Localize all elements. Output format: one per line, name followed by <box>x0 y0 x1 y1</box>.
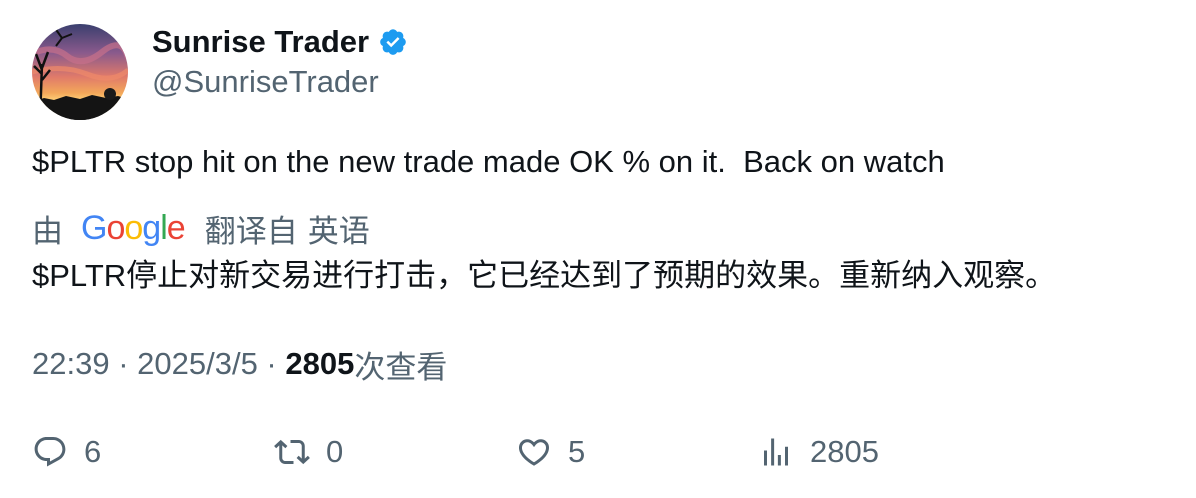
translated-text: $PLTR停止对新交易进行打击，它已经达到了预期的效果。重新纳入观察。 <box>32 258 1057 293</box>
reply-count: 6 <box>84 434 102 469</box>
author-handle[interactable]: @SunriseTrader <box>152 64 379 100</box>
like-button[interactable]: 5 <box>516 432 585 472</box>
views-label: 次查看 <box>354 349 448 385</box>
reply-bubble-icon <box>32 434 68 470</box>
google-letter: G <box>81 208 107 247</box>
like-count: 5 <box>568 434 586 469</box>
author-name-row: Sunrise Trader <box>152 22 408 62</box>
google-logo[interactable]: G o o g l e <box>81 208 186 248</box>
google-letter: e <box>166 208 186 247</box>
avatar[interactable] <box>32 24 128 120</box>
display-name[interactable]: Sunrise Trader <box>152 24 369 60</box>
views-action-count: 2805 <box>810 434 879 469</box>
retweet-icon <box>274 434 310 470</box>
retweet-count: 0 <box>326 434 344 469</box>
tweet-date[interactable]: 2025/3/5 <box>137 346 258 382</box>
translated-from-label: 翻译自 <box>204 213 298 249</box>
meta-separator: · <box>257 346 286 381</box>
tweet-text: $PLTR stop hit on the new trade made OK … <box>32 144 945 179</box>
heart-icon <box>516 434 552 470</box>
verified-badge-icon[interactable] <box>378 27 408 57</box>
sunset-photo-avatar <box>32 24 128 120</box>
google-letter: g <box>142 208 161 247</box>
meta-separator: · <box>109 346 138 381</box>
reply-button[interactable]: 6 <box>32 432 101 472</box>
google-letter: o <box>124 208 143 247</box>
retweet-button[interactable]: 0 <box>274 432 343 472</box>
translated-by-label: 由 <box>32 213 63 249</box>
tweet-time[interactable]: 22:39 <box>32 346 110 382</box>
tweet-meta: 22:39 · 2025/3/5 · 2805 次查看 <box>32 344 448 385</box>
translation-attribution: 由 G o o g l e 翻译自 英语 <box>32 208 370 249</box>
views-count: 2805 <box>285 346 355 381</box>
views-button[interactable]: 2805 <box>758 432 879 472</box>
google-letter: o <box>106 208 125 247</box>
source-language: 英语 <box>307 213 370 249</box>
bar-chart-icon <box>758 434 794 470</box>
